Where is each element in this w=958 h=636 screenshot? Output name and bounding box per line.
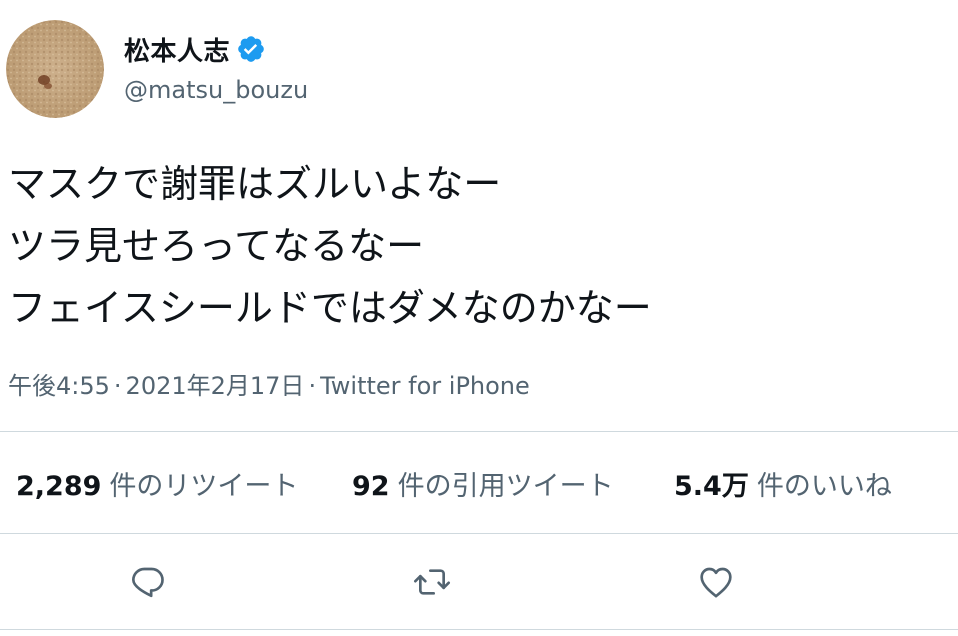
user-handle[interactable]: @matsu_bouzu: [124, 76, 308, 104]
retweets-stat[interactable]: 2,289 件のリツイート: [16, 464, 298, 503]
tweet-line: マスクで謝罪はズルいよなー: [8, 162, 502, 206]
tweet-source[interactable]: Twitter for iPhone: [320, 372, 530, 400]
reply-icon: [132, 567, 164, 598]
meta-separator: ·: [113, 372, 122, 400]
reply-button[interactable]: [128, 562, 168, 602]
verified-badge-icon: [236, 34, 266, 64]
avatar-image: [6, 20, 104, 118]
tweet-meta: 午後4:55 · 2021年2月17日 · Twitter for iPhone: [8, 366, 530, 401]
quotes-label: 件の引用ツイート: [397, 471, 614, 502]
heart-icon: [700, 567, 732, 598]
tweet-text: マスクで謝罪はズルいよなー ツラ見せろってなるなー フェイスシールドではダメなの…: [8, 153, 948, 339]
likes-count: 5.4万: [674, 471, 749, 502]
divider: [0, 533, 958, 534]
like-button[interactable]: [696, 562, 736, 602]
avatar[interactable]: [6, 20, 104, 118]
tweet-line: ツラ見せろってなるなー: [8, 224, 425, 268]
quotes-stat[interactable]: 92 件の引用ツイート: [352, 464, 614, 503]
divider: [0, 629, 958, 630]
name-row: 松本人志: [124, 30, 266, 68]
tweet-card: 松本人志 @matsu_bouzu マスクで謝罪はズルいよなー ツラ見せろってな…: [0, 0, 958, 636]
retweet-icon: [414, 569, 450, 595]
retweets-count: 2,289: [16, 471, 102, 502]
divider: [0, 431, 958, 432]
retweet-button[interactable]: [412, 562, 452, 602]
tweet-date[interactable]: 2021年2月17日: [126, 372, 305, 400]
display-name[interactable]: 松本人志: [124, 31, 230, 68]
tweet-time[interactable]: 午後4:55: [8, 372, 110, 400]
retweets-label: 件のリツイート: [109, 471, 299, 502]
tweet-line: フェイスシールドではダメなのかなー: [8, 286, 652, 330]
meta-separator: ·: [308, 372, 317, 400]
likes-stat[interactable]: 5.4万 件のいいね: [674, 464, 892, 503]
quotes-count: 92: [352, 471, 390, 502]
likes-label: 件のいいね: [756, 471, 892, 502]
